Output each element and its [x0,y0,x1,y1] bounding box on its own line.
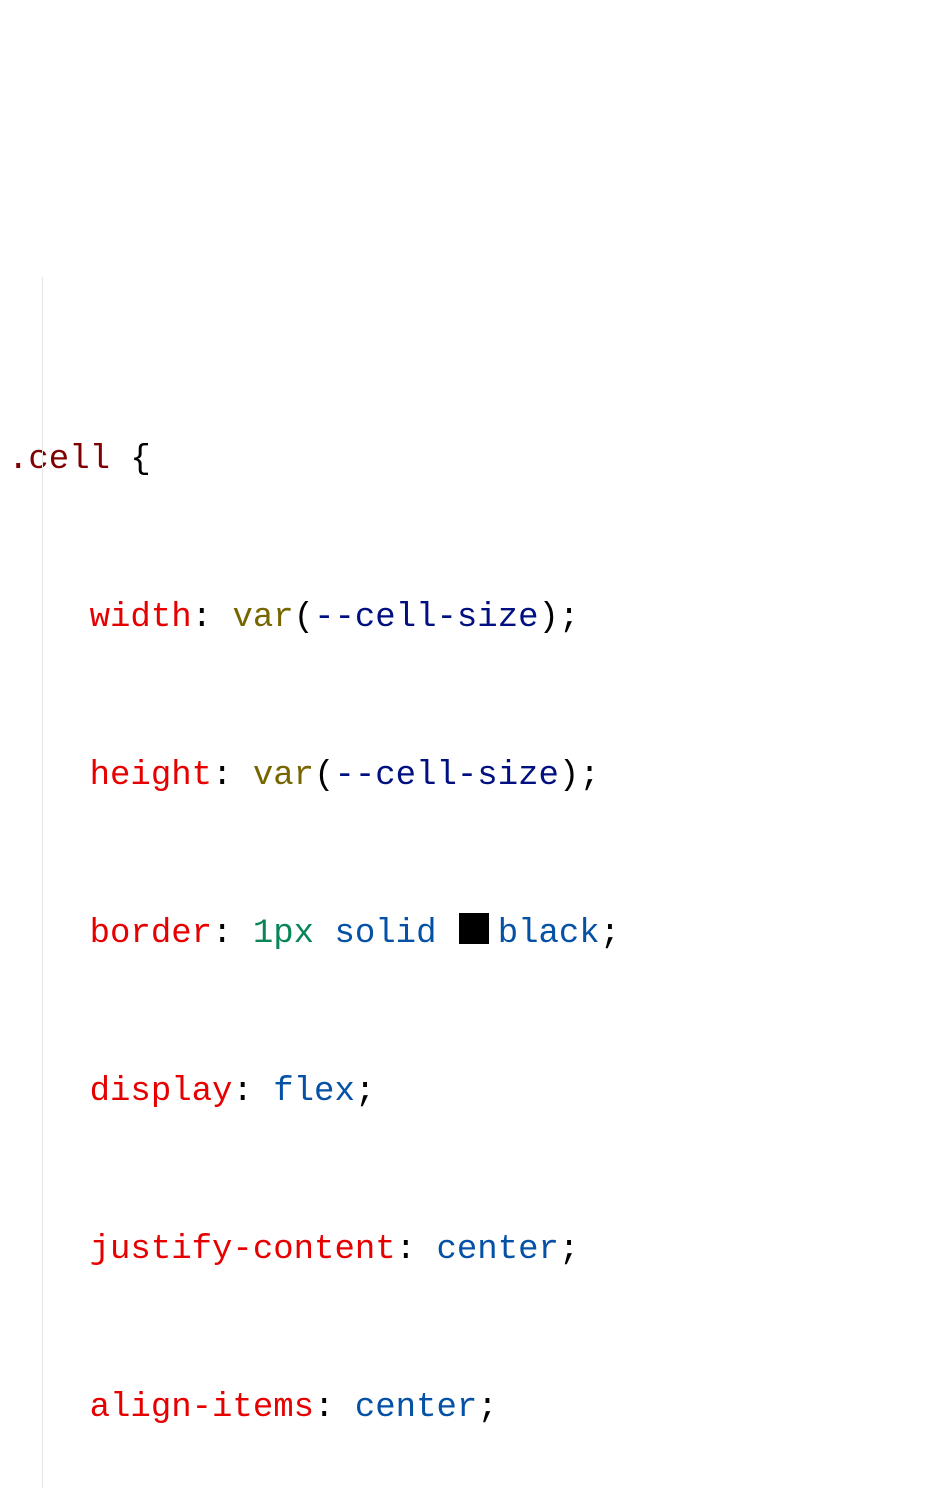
css-property: border [90,915,212,953]
color-swatch-icon[interactable] [459,913,490,944]
code-line-decl: align-items: center; [0,1382,913,1435]
css-number: 1px [253,915,314,953]
css-function: var [253,757,314,795]
css-keyword: center [355,1389,477,1427]
code-editor[interactable]: .cell { width: var(--cell-size); height:… [0,223,913,1488]
css-selector: .cell [8,441,110,479]
css-function: var [232,599,293,637]
css-color-keyword: black [498,915,600,953]
code-line-decl: height: var(--cell-size); [0,750,913,803]
css-custom-property: --cell-size [314,599,538,637]
code-line-selector: .cell { [0,434,913,487]
css-property: align-items [90,1389,314,1427]
css-property: height [90,757,212,795]
css-keyword: solid [334,915,436,953]
indent-guide [42,277,43,1488]
css-property: justify-content [90,1231,396,1269]
code-line-decl: width: var(--cell-size); [0,592,913,645]
code-line-decl: justify-content: center; [0,1224,913,1277]
code-line-decl: border: 1px solid black; [0,908,913,961]
open-brace: { [110,441,151,479]
css-property: display [90,1073,233,1111]
css-keyword: center [436,1231,558,1269]
css-property: width [90,599,192,637]
code-line-decl: display: flex; [0,1066,913,1119]
css-custom-property: --cell-size [334,757,558,795]
css-keyword: flex [273,1073,355,1111]
